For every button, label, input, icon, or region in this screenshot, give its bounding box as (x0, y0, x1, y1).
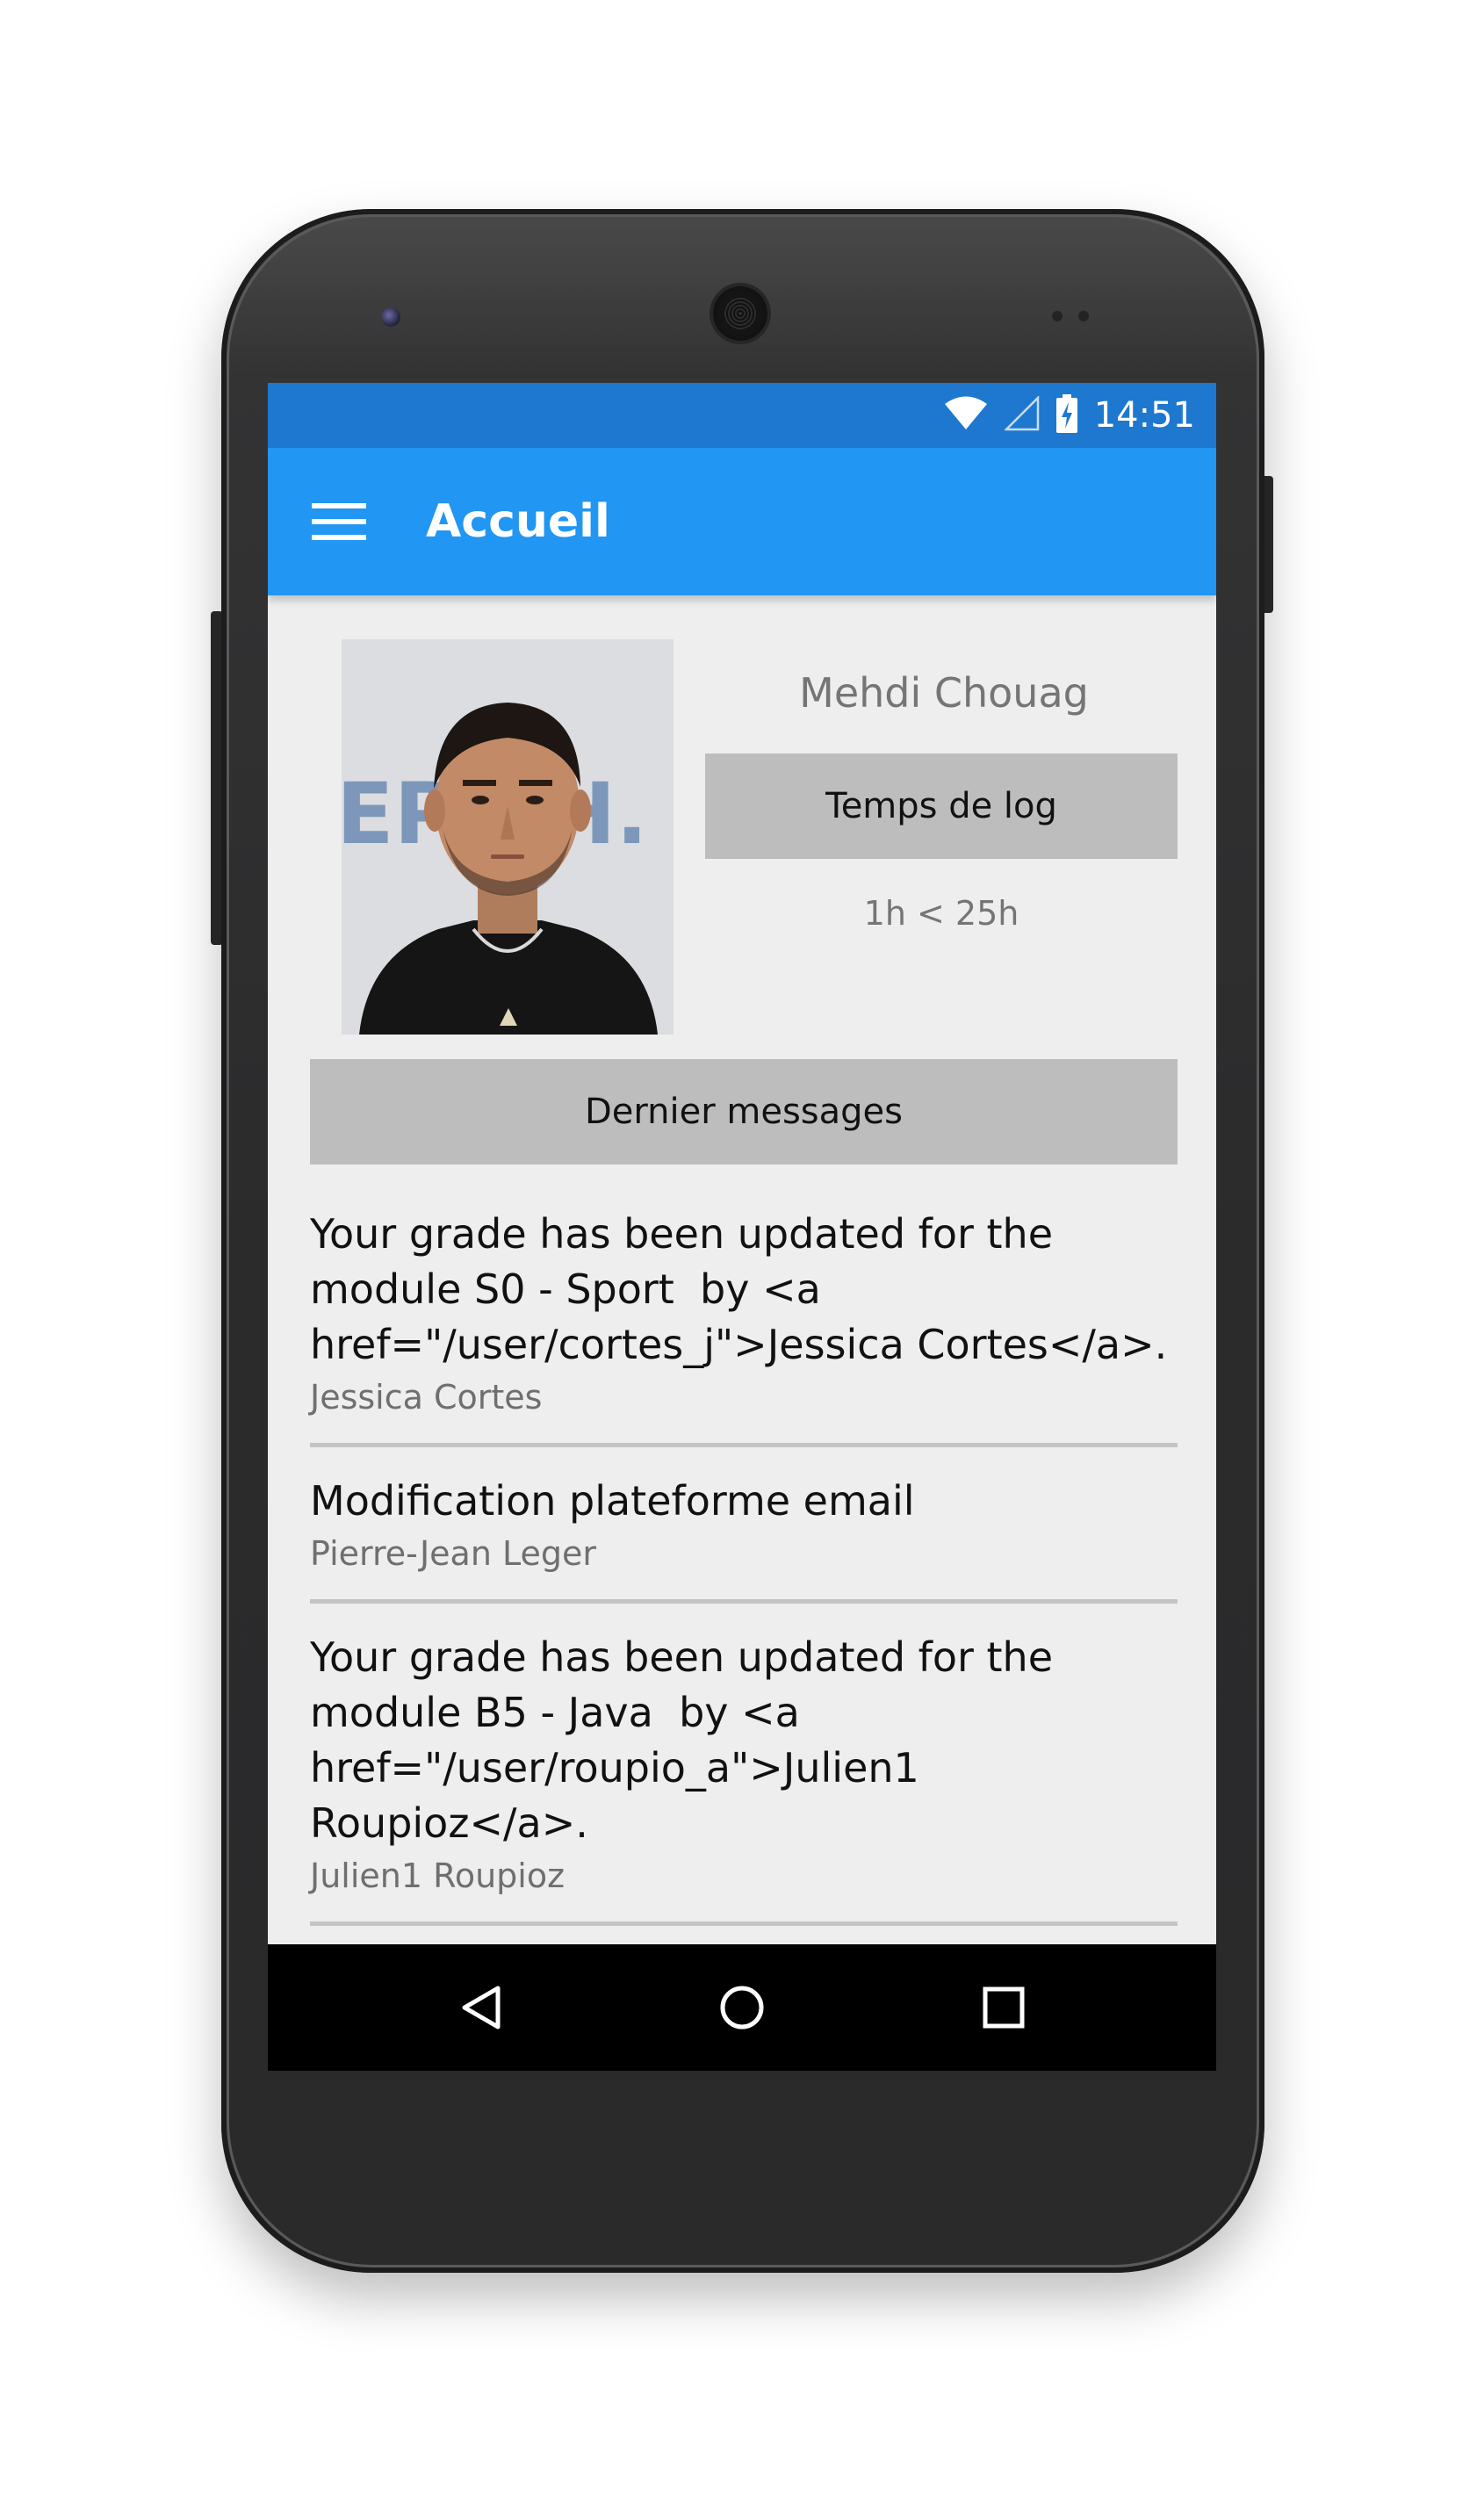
list-item[interactable]: Modification plateforme email Pierre-Jea… (310, 1447, 1178, 1604)
front-camera-icon (381, 307, 400, 327)
list-item[interactable]: Your grade has been updated for the modu… (310, 1180, 1178, 1447)
page-title: Accueil (426, 495, 610, 548)
avatar: EP H. (342, 639, 674, 1035)
profile-name: Mehdi Chouag (799, 669, 1089, 717)
recents-icon[interactable] (972, 1976, 1035, 2039)
message-text: Modification plateforme email (310, 1477, 915, 1525)
message-author: Julien1 Roupioz (310, 1857, 566, 1895)
back-icon[interactable] (450, 1976, 514, 2039)
wifi-icon (943, 396, 989, 435)
message-text: Your grade has been updated for the modu… (310, 1210, 1168, 1368)
navigation-bar (268, 1944, 1216, 2071)
message-author: Jessica Cortes (310, 1378, 543, 1417)
message-author: Pierre-Jean Leger (310, 1534, 597, 1573)
message-list: Your grade has been updated for the modu… (310, 1180, 1178, 1926)
latest-messages-button[interactable]: Dernier messages (310, 1059, 1178, 1164)
status-time: 14:51 (1093, 395, 1195, 436)
log-time-button[interactable]: Temps de log (705, 753, 1178, 859)
menu-icon[interactable] (312, 495, 366, 548)
speaker-grille (713, 286, 767, 341)
message-text: Your grade has been updated for the modu… (310, 1633, 1066, 1847)
signal-icon (1003, 394, 1040, 435)
app-bar: Accueil (268, 448, 1216, 595)
light-sensor (1078, 311, 1089, 321)
home-icon[interactable] (710, 1976, 774, 2039)
log-time-value: 1h < 25h (863, 894, 1019, 933)
battery-charging-icon (1055, 394, 1078, 436)
app-screen: 14:51 Accueil EP H. Mehdi Chouag Temps d… (268, 383, 1216, 2071)
status-bar: 14:51 (268, 383, 1216, 448)
home-content: EP H. Mehdi Chouag Temps de log 1h < 25h… (268, 595, 1216, 1948)
list-item[interactable]: Your grade has been updated for the modu… (310, 1604, 1178, 1926)
proximity-sensor (1052, 311, 1063, 321)
